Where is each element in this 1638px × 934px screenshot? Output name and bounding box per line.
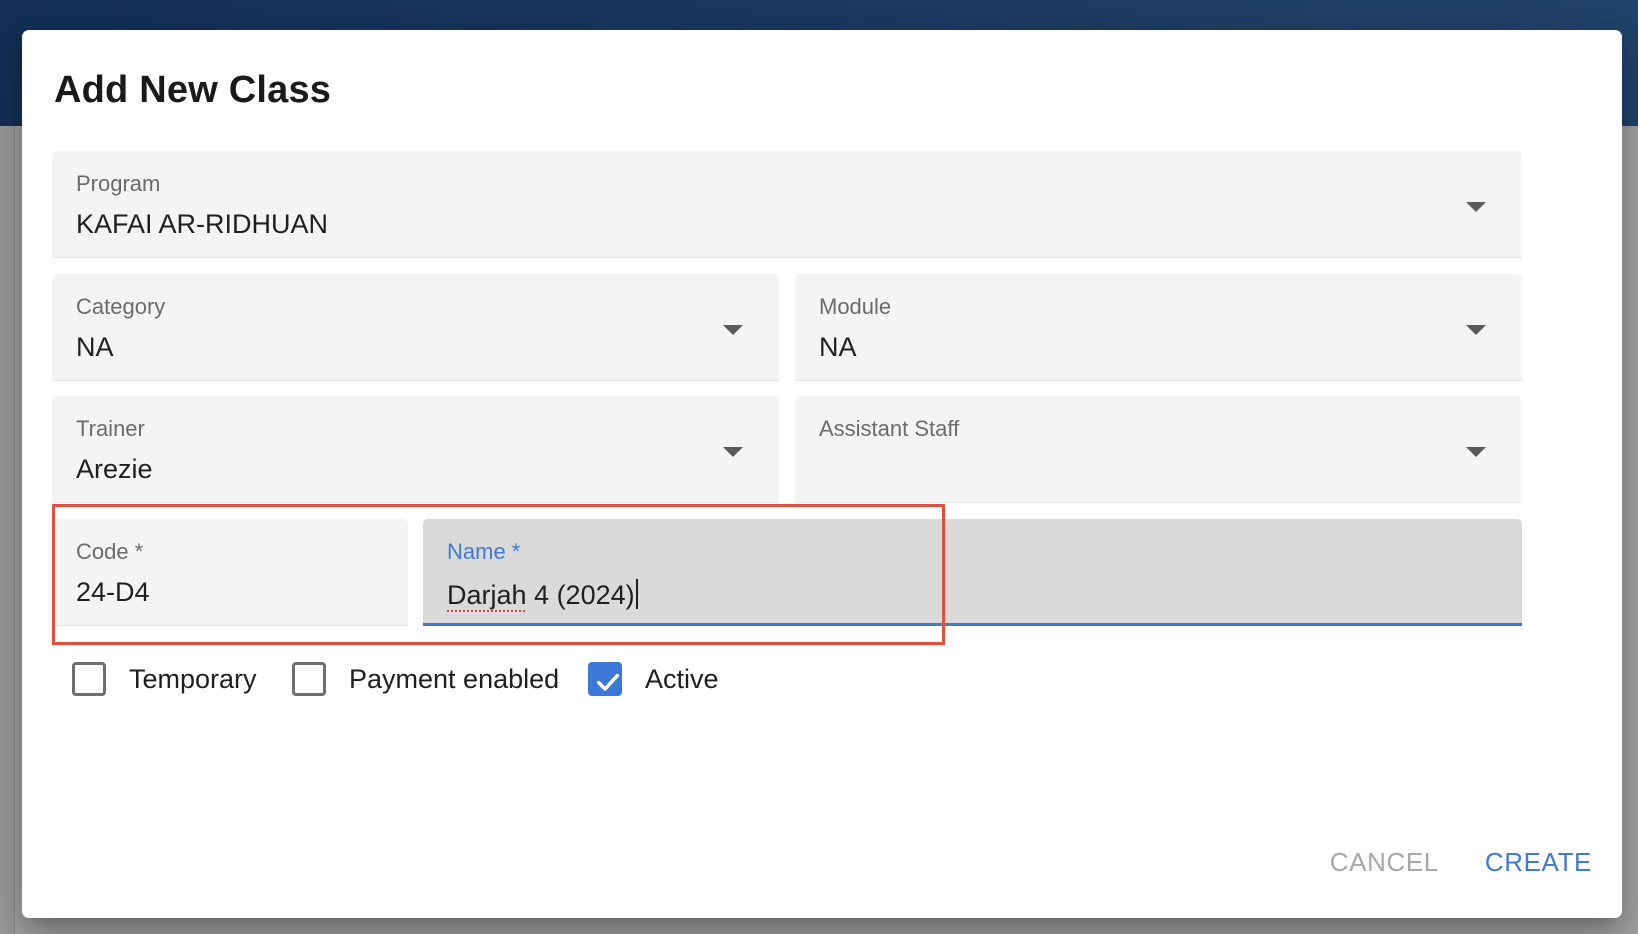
name-value-rest: 4 (2024) (526, 580, 635, 610)
checkbox-box[interactable] (292, 662, 326, 696)
chevron-down-icon[interactable] (723, 325, 743, 335)
cancel-button[interactable]: CANCEL (1330, 847, 1439, 878)
trainer-select[interactable]: Trainer Arezie (52, 396, 779, 503)
module-value: NA (819, 332, 857, 362)
chevron-down-icon[interactable] (723, 447, 743, 457)
chevron-down-icon[interactable] (1466, 202, 1486, 212)
temporary-label: Temporary (129, 663, 257, 694)
temporary-checkbox[interactable]: Temporary (72, 662, 257, 696)
create-button[interactable]: CREATE (1485, 847, 1592, 878)
trainer-label: Trainer (76, 416, 145, 441)
payment-enabled-label: Payment enabled (349, 663, 560, 694)
category-value: NA (76, 332, 114, 362)
name-value[interactable]: Darjah 4 (2024) (447, 579, 638, 609)
program-value: KAFAI AR-RIDHUAN (76, 209, 329, 239)
module-label: Module (819, 294, 892, 319)
name-input[interactable]: Name * Darjah 4 (2024) (423, 519, 1522, 626)
code-value: 24-D4 (76, 577, 150, 607)
module-select[interactable]: Module NA (795, 274, 1522, 381)
program-label: Program (76, 171, 161, 196)
category-label: Category (76, 294, 166, 319)
code-input[interactable]: Code * 24-D4 (52, 519, 408, 626)
checkbox-box[interactable] (72, 662, 106, 696)
text-cursor (635, 579, 638, 609)
spellcheck-underline: Darjah (447, 580, 527, 610)
check-icon (596, 673, 620, 691)
dialog-title: Add New Class (54, 69, 332, 111)
category-select[interactable]: Category NA (52, 274, 779, 381)
active-checkbox[interactable]: Active (588, 662, 719, 696)
name-label: Name * (447, 539, 521, 564)
add-class-dialog: Add New Class Program KAFAI AR-RIDHUAN C… (22, 30, 1622, 918)
checkbox-box-checked[interactable] (588, 662, 622, 696)
chevron-down-icon[interactable] (1466, 447, 1486, 457)
active-label: Active (645, 663, 719, 694)
program-select[interactable]: Program KAFAI AR-RIDHUAN (52, 151, 1522, 258)
code-label: Code * (76, 539, 144, 564)
chevron-down-icon[interactable] (1466, 325, 1486, 335)
dialog-actions: CANCEL CREATE (1330, 847, 1592, 878)
assistant-staff-select[interactable]: Assistant Staff (795, 396, 1522, 503)
payment-enabled-checkbox[interactable]: Payment enabled (292, 662, 559, 696)
assistant-staff-label: Assistant Staff (819, 416, 960, 441)
trainer-value: Arezie (76, 454, 153, 484)
